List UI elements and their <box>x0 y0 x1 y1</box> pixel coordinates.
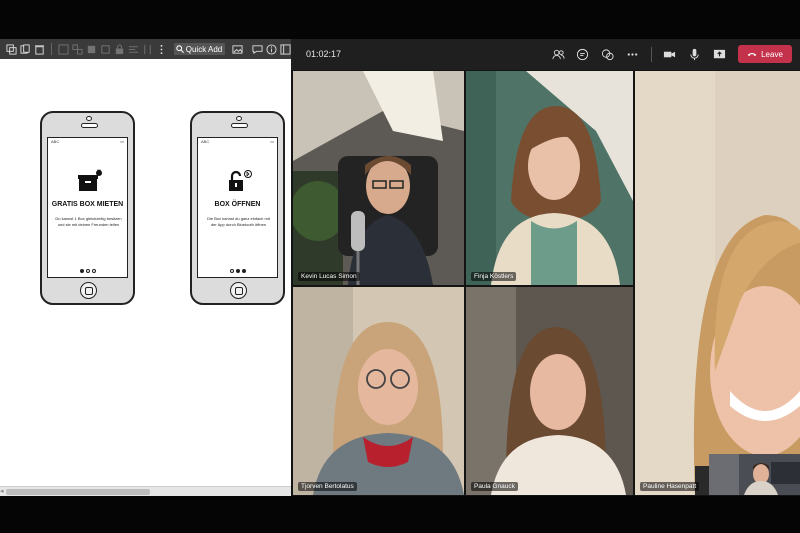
chat-icon[interactable] <box>575 47 589 61</box>
send-backward-icon[interactable] <box>100 43 111 55</box>
phone-camera <box>236 116 242 121</box>
participant-name: Pauline Hasenpatt <box>640 482 700 491</box>
participant-name: Kevin Lucas Simon <box>298 272 360 281</box>
screen-title: GRATIS BOX MIETEN <box>51 201 124 208</box>
participant-video <box>293 71 464 285</box>
unlock-bluetooth-icon <box>226 169 252 193</box>
participant-name: Finja Köstlers <box>471 272 517 281</box>
video-tile-finja[interactable]: Finja Köstlers <box>466 71 633 285</box>
phone-speaker <box>81 123 98 128</box>
comment-icon[interactable] <box>252 43 263 55</box>
editor-toolbar: Quick Add <box>0 39 291 59</box>
battery-icon: ▭ <box>270 138 274 144</box>
group-icon[interactable] <box>58 43 69 55</box>
mockup-editor: Quick Add ABC ▭ GRATIS BOX MIETEN Du kann… <box>0 39 291 496</box>
quick-add-label: Quick Add <box>185 44 223 54</box>
info-icon[interactable] <box>266 43 277 55</box>
toolbar-divider <box>51 43 52 55</box>
ungroup-icon[interactable] <box>72 43 83 55</box>
status-bar: ABC ▭ <box>198 138 277 144</box>
battery-icon: ▭ <box>120 138 124 144</box>
status-bar: ABC ▭ <box>48 138 127 144</box>
page-dot[interactable] <box>235 269 240 273</box>
quick-add-input[interactable]: Quick Add <box>173 43 225 55</box>
video-tile-pauline[interactable]: Pauline Hasenpatt <box>635 71 800 495</box>
page-dot[interactable] <box>85 269 90 273</box>
hang-up-icon <box>747 52 757 57</box>
video-meeting: 01:02:17 Leave Kevin Lucas Simon Finja K… <box>291 39 800 496</box>
video-tile-paula[interactable]: Paula Gnauck <box>466 287 633 495</box>
self-view-video[interactable] <box>709 454 800 495</box>
participant-video <box>293 287 464 495</box>
participant-video <box>466 287 633 495</box>
participant-name: Tjorven Bertolatus <box>298 482 357 491</box>
participant-video <box>635 71 800 495</box>
page-dot[interactable] <box>229 269 234 273</box>
scrollbar-thumb[interactable] <box>6 489 150 495</box>
call-timer: 01:02:17 <box>306 49 342 59</box>
leave-button[interactable]: Leave <box>738 45 792 63</box>
image-icon[interactable] <box>232 43 243 55</box>
status-carrier: ABC <box>51 138 60 144</box>
camera-icon[interactable] <box>662 47 676 61</box>
video-tile-tjorven[interactable]: Tjorven Bertolatus <box>293 287 464 495</box>
share-screen-icon[interactable] <box>712 47 726 61</box>
participant-video <box>466 71 633 285</box>
page-dot[interactable] <box>79 269 84 273</box>
more-options-icon[interactable] <box>625 47 639 61</box>
bring-forward-icon[interactable] <box>86 43 97 55</box>
phone-mockup-rent[interactable]: ABC ▭ GRATIS BOX MIETEN Du kannst 1 Box g… <box>40 111 135 305</box>
lock-icon[interactable] <box>114 43 125 55</box>
copy-icon[interactable] <box>20 43 31 55</box>
participants-icon[interactable] <box>551 47 565 61</box>
home-button <box>230 282 247 299</box>
top-black-band <box>0 0 800 39</box>
editor-canvas[interactable]: ABC ▭ GRATIS BOX MIETEN Du kannst 1 Box g… <box>0 59 291 486</box>
self-camera-feed <box>709 454 800 495</box>
trash-icon[interactable] <box>34 43 45 55</box>
video-tile-kevin[interactable]: Kevin Lucas Simon <box>293 71 464 285</box>
microphone-icon[interactable] <box>687 47 701 61</box>
leave-label: Leave <box>761 49 783 59</box>
distribute-icon[interactable] <box>142 43 153 55</box>
screen-root: Quick Add ABC ▭ GRATIS BOX MIETEN Du kann… <box>0 0 800 533</box>
phone-mockup-open[interactable]: ABC ▭ BOX ÖFFNEN Die Box kannst du ganz e… <box>190 111 285 305</box>
controls-divider <box>651 47 652 62</box>
screen-body: Die Box kannst du ganz einfach mit der A… <box>207 216 270 227</box>
phone-screen: ABC ▭ GRATIS BOX MIETEN Du kannst 1 Box g… <box>47 137 128 278</box>
panel-icon[interactable] <box>280 43 291 55</box>
screen-body: Du kannst 1 Box gleichzeitig besitzen un… <box>55 216 122 227</box>
page-dot[interactable] <box>241 269 246 273</box>
meeting-controls-bar: 01:02:17 Leave <box>291 39 800 70</box>
box-icon <box>76 169 102 193</box>
reactions-icon[interactable] <box>600 47 614 61</box>
page-dot[interactable] <box>91 269 96 273</box>
phone-camera <box>86 116 92 121</box>
home-button <box>80 282 97 299</box>
page-indicator <box>198 269 277 273</box>
search-icon <box>176 45 184 53</box>
align-icon[interactable] <box>128 43 139 55</box>
phone-speaker <box>231 123 248 128</box>
phone-screen: ABC ▭ BOX ÖFFNEN Die Box kannst du ganz e… <box>197 137 278 278</box>
screen-title: BOX ÖFFNEN <box>214 201 261 208</box>
status-carrier: ABC <box>201 138 210 144</box>
participant-name: Paula Gnauck <box>471 482 518 491</box>
horizontal-scrollbar[interactable]: ◂ <box>0 486 291 496</box>
bottom-black-band <box>0 496 800 533</box>
duplicate-icon[interactable] <box>6 43 17 55</box>
page-indicator <box>48 269 127 273</box>
more-vertical-icon[interactable] <box>156 43 167 55</box>
